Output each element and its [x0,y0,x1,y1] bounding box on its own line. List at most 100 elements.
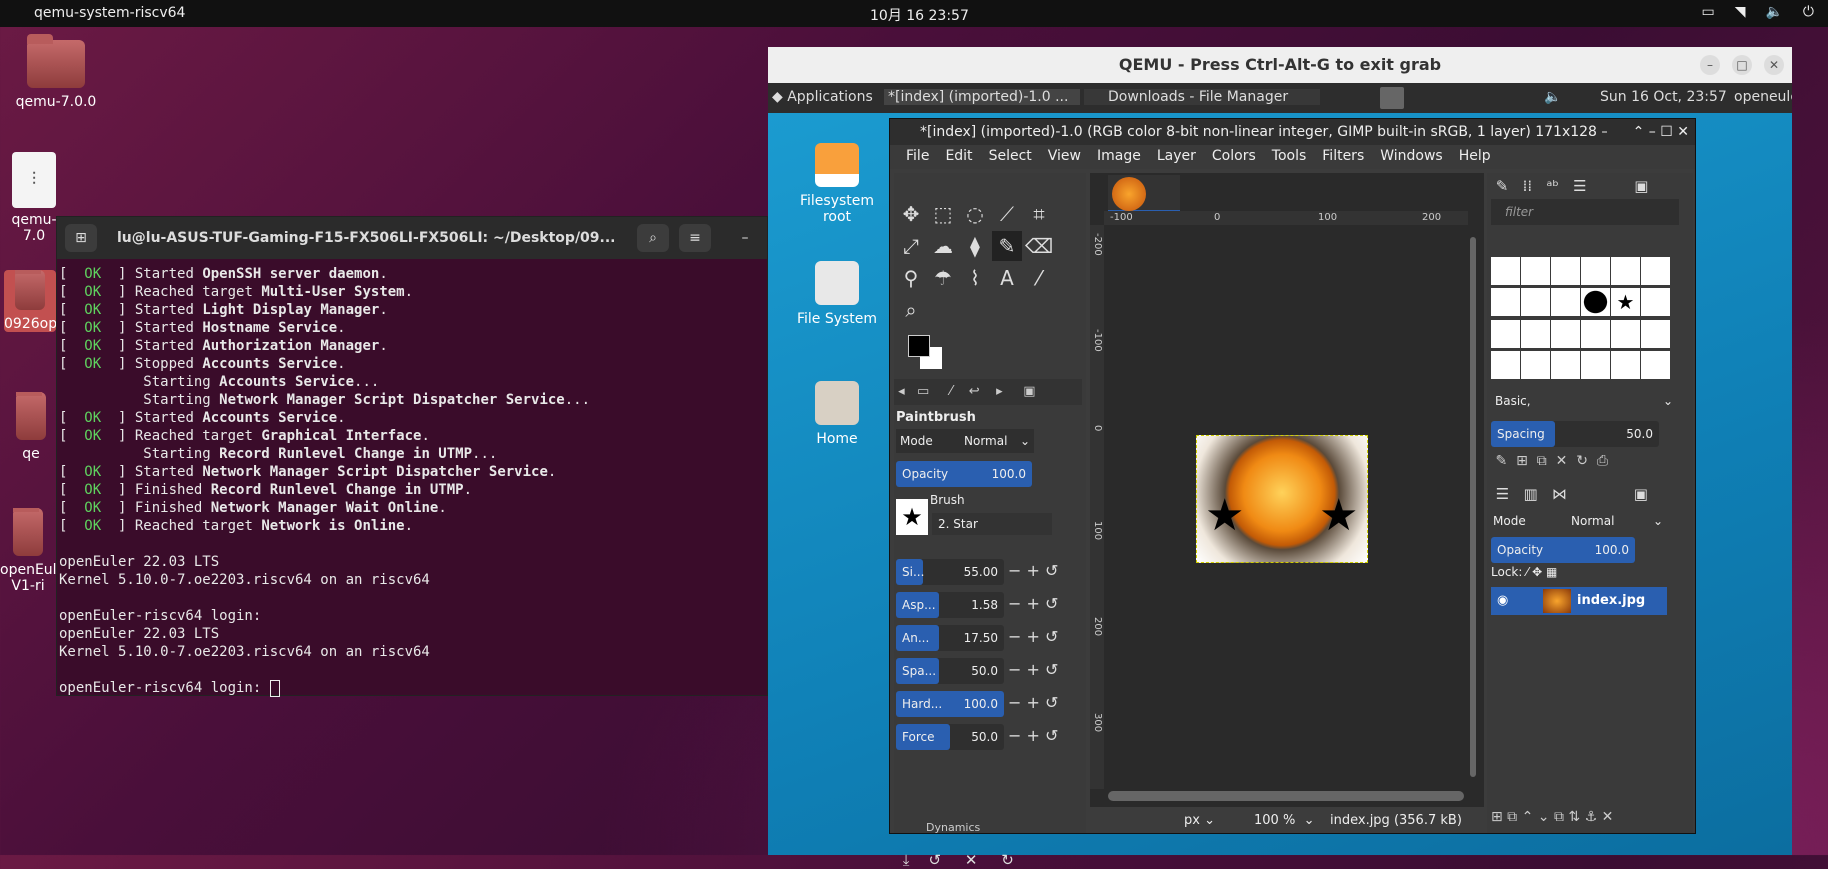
brush-swatch[interactable] [1611,319,1640,348]
move-tool-icon[interactable]: ✥ [896,199,926,229]
desktop-folder-qe[interactable]: qe [6,392,56,462]
brush-swatch[interactable] [1491,288,1520,317]
guest-icon-filesystem-root[interactable]: Filesystem root [792,143,882,225]
tool-options-tabs[interactable]: ◂ ▭ ⁄ ↩ ▸ ▣ [894,379,1082,405]
panel-user[interactable]: openeuler [1734,89,1792,105]
brush-preview-star-icon[interactable]: ★ [896,499,928,535]
vertical-ruler[interactable]: -200 -100 0 100 200 300 [1090,225,1104,789]
minimize-icon[interactable]: – [729,224,761,252]
menu-colors[interactable]: Colors [1204,145,1264,169]
paintbrush-icon[interactable]: ✎ [992,231,1022,261]
bucket-fill-icon[interactable]: ⧫ [960,231,990,261]
taskbar-file-manager[interactable]: Downloads - File Manager [1084,89,1320,105]
brush-swatch[interactable] [1491,350,1520,379]
brush-preset-select[interactable]: Basic, ⌄ [1491,389,1679,413]
brush-swatch[interactable] [1521,288,1550,317]
lock-alpha-icon[interactable]: ▦ [1546,565,1557,579]
brush-option-slider[interactable]: Asp... 1.58 [896,592,1004,618]
brush-swatch[interactable] [1581,288,1610,317]
brush-swatch[interactable] [1551,288,1580,317]
brush-swatch[interactable] [1581,319,1610,348]
menu-tools[interactable]: Tools [1264,145,1315,169]
brush-swatch[interactable] [1641,288,1670,317]
layers-tabs[interactable]: ☰ ▥ ⋈ ▣ [1491,481,1687,507]
brush-option-slider[interactable]: Spa... 50.0 [896,658,1004,684]
brush-option-slider[interactable]: Si... 55.00 [896,559,1004,585]
layer-mode-select[interactable]: Mode Normal ⌄ [1491,509,1663,533]
menu-filters[interactable]: Filters [1314,145,1372,169]
crop-icon[interactable]: ⌗ [1024,199,1054,229]
brushes-tabs[interactable]: ✎ ⁞⁞ ᵃᵇ ☰ ▣ [1491,173,1687,199]
lock-pixels-icon[interactable]: ⁄ [1526,565,1528,579]
brush-grid[interactable]: ★ [1491,257,1670,381]
menu-edit[interactable]: Edit [937,145,980,169]
layer-opacity-slider[interactable]: Opacity 100.0 [1491,537,1635,563]
brush-spacing-slider[interactable]: Spacing 50.0 [1491,421,1659,447]
desktop-archive-qemu-7.0[interactable]: ⫶ qemu-7.0 [6,152,62,244]
tool-options-footer[interactable]: ⤓ ↺ ✕ ↻ [898,851,1074,869]
brush-swatch[interactable] [1611,257,1640,285]
volume-icon[interactable]: 🔈 [1765,4,1782,20]
desktop-folder-openeuler[interactable]: openEul V1-ri [0,508,56,594]
brush-swatch[interactable] [1551,350,1580,379]
rect-select-icon[interactable]: ⬚ [928,199,958,229]
clock[interactable]: 10月 16 23:57 [870,5,969,25]
brush-filter-input[interactable]: filter [1491,199,1679,225]
image-tab[interactable] [1108,175,1180,213]
desktop-folder-0926op[interactable]: 0926op [4,270,56,332]
slider-stepper[interactable]: − + ↺ [1008,627,1058,646]
brush-actions[interactable]: ✎ ⊞ ⧉ ✕ ↻ ⎙ [1491,453,1687,475]
gimp-titlebar[interactable]: *[index] (imported)-1.0 (RGB color 8-bit… [890,119,1695,145]
brush-swatch[interactable] [1521,257,1550,285]
workspace-icon[interactable] [1380,87,1404,109]
paths-icon[interactable]: ⌇ [960,263,990,293]
zoom-icon[interactable]: ⌕ [896,295,926,325]
menu-layer[interactable]: Layer [1149,145,1204,169]
eraser-icon[interactable]: ⌫ [1024,231,1054,261]
brush-swatch[interactable] [1641,257,1670,285]
unit-select[interactable]: px ⌄ [1184,813,1234,828]
panel-datetime[interactable]: Sun 16 Oct, 23:57 [1600,89,1727,105]
desktop-folder-qemu-7.0.0[interactable]: qemu-7.0.0 [6,34,106,110]
horizontal-ruler[interactable]: -100 0 100 200 [1104,211,1468,225]
brush-option-slider[interactable]: An... 17.50 [896,625,1004,651]
brush-swatch[interactable] [1551,319,1580,348]
fuzzy-select-icon[interactable]: ⟋ [992,199,1022,229]
visibility-eye-icon[interactable]: ◉ [1497,587,1508,615]
color-picker-icon[interactable]: ⁄ [1024,263,1054,293]
brush-swatch[interactable] [1641,350,1670,379]
brush-swatch[interactable] [1611,350,1640,379]
keyboard-icon[interactable]: ▭ [1701,4,1714,20]
gimp-window[interactable]: *[index] (imported)-1.0 (RGB color 8-bit… [889,118,1696,869]
slider-stepper[interactable]: − + ↺ [1008,726,1058,745]
opacity-slider[interactable]: Opacity 100.0 [896,461,1032,487]
layer-row[interactable]: ◉ index.jpg [1491,587,1667,615]
volume-icon[interactable]: 🔈 [1544,89,1561,105]
brush-swatch[interactable] [1491,257,1520,285]
brush-option-slider[interactable]: Force 50.0 [896,724,1004,750]
clone-icon[interactable]: ⚲ [896,263,926,293]
new-tab-icon[interactable]: ⊞ [65,224,97,252]
terminal-titlebar[interactable]: ⊞ lu@lu-ASUS-TUF-Gaming-F15-FX506LI-FX50… [57,217,767,259]
horizontal-scrollbar[interactable] [1108,791,1464,801]
warp-icon[interactable]: ☁ [928,231,958,261]
guest-icon-home[interactable]: Home [792,381,882,447]
brush-swatch[interactable] [1521,319,1550,348]
zoom-select[interactable]: 100 % ⌄ [1254,813,1314,828]
active-app-name[interactable]: qemu-system-riscv64 [34,5,185,21]
slider-stepper[interactable]: − + ↺ [1008,660,1058,679]
menu-help[interactable]: Help [1451,145,1499,169]
taskbar-gimp[interactable]: *[index] (imported)-1.0 ... [884,89,1080,105]
gimp-window-controls[interactable]: ⌃ – ☐ ✕ [1607,119,1695,145]
brush-swatch[interactable] [1641,319,1670,348]
minimize-button[interactable]: – [1700,55,1720,75]
applications-menu[interactable]: ◆ Applications [772,89,873,105]
mode-select[interactable]: Mode Normal ⌄ [896,429,1034,453]
brush-swatch[interactable] [1581,257,1610,285]
wifi-icon[interactable]: ◥ [1735,4,1746,20]
menu-windows[interactable]: Windows [1372,145,1451,169]
menu-image[interactable]: Image [1089,145,1149,169]
menu-view[interactable]: View [1040,145,1089,169]
slider-stepper[interactable]: − + ↺ [1008,594,1058,613]
image-canvas[interactable]: ★ ★ [1196,435,1368,563]
